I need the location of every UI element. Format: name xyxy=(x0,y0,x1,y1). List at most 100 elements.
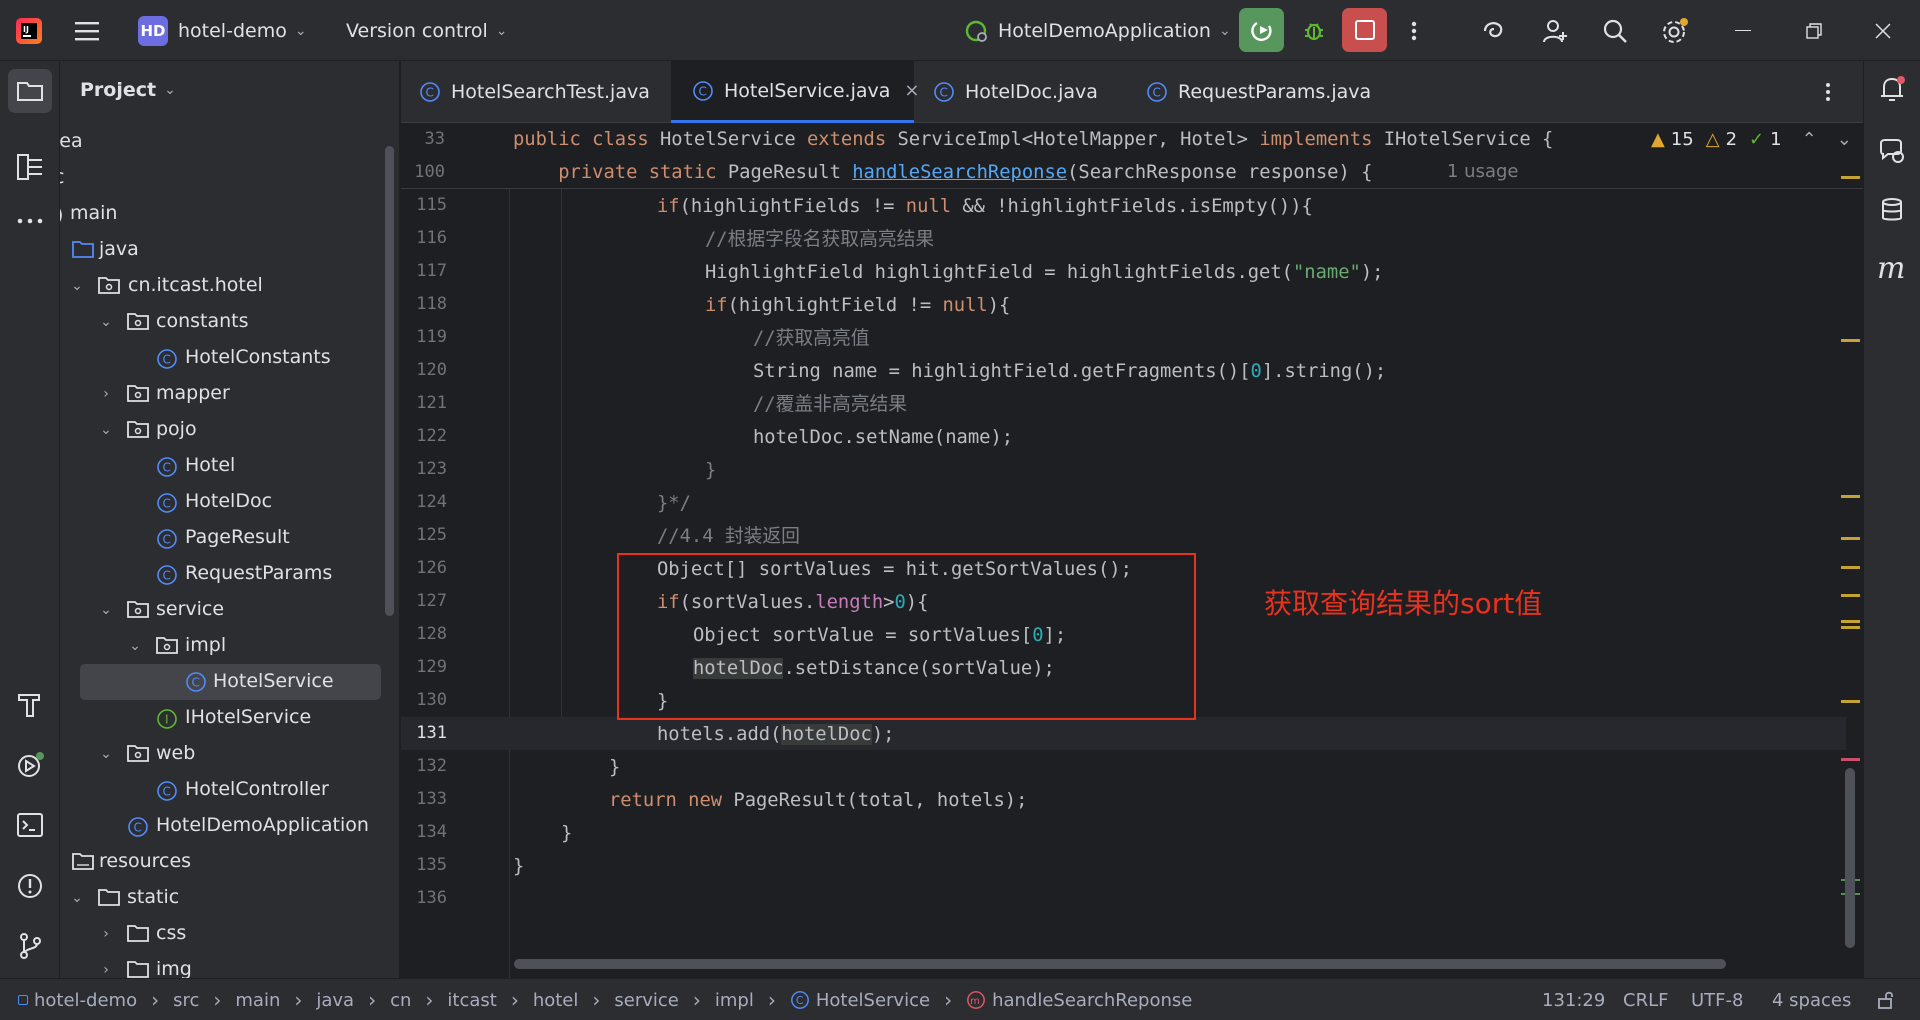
tree-item-mapper[interactable]: › mapper xyxy=(60,376,390,412)
notifications-icon[interactable] xyxy=(1877,74,1907,109)
chevron-down-icon[interactable]: ⌄ xyxy=(99,602,113,618)
caret-position[interactable]: 131:29 xyxy=(1542,979,1605,1020)
vertical-scrollbar[interactable] xyxy=(1845,768,1855,948)
error-stripe-mark[interactable] xyxy=(1841,339,1860,342)
error-stripe-mark[interactable] xyxy=(1841,700,1860,703)
error-stripe-mark[interactable] xyxy=(1841,537,1860,540)
version-control-menu[interactable]: Version control ⌄ xyxy=(346,0,508,61)
tab-more-icon[interactable] xyxy=(1821,61,1851,123)
inspection-widget[interactable]: ▲ 15 △ 2 ✓ 1 ⌃ ⌄ xyxy=(1651,129,1852,150)
breadcrumb-item[interactable]: service xyxy=(614,990,678,1011)
code-editor[interactable]: 33 100 public class HotelService extends… xyxy=(401,123,1863,978)
services-icon[interactable] xyxy=(15,750,47,785)
chevron-down-icon[interactable]: ⌄ xyxy=(99,314,113,330)
restore-icon[interactable] xyxy=(1805,0,1823,61)
error-stripe-mark[interactable] xyxy=(1841,594,1860,597)
tree-item-hotelcontroller[interactable]: C HotelController xyxy=(60,772,390,808)
chevron-right-icon[interactable]: › xyxy=(99,926,113,942)
error-stripe-mark[interactable] xyxy=(1841,626,1860,629)
file-encoding[interactable]: UTF-8 xyxy=(1691,979,1743,1020)
tree-item-hotelconstants[interactable]: C HotelConstants xyxy=(60,340,390,376)
breadcrumb-item[interactable]: java xyxy=(316,990,354,1011)
intellij-logo-icon[interactable]: IJ xyxy=(14,0,44,61)
tab-requestparams[interactable]: C RequestParams.java xyxy=(1146,61,1406,123)
breadcrumb-item[interactable]: cn xyxy=(390,990,411,1011)
project-switcher[interactable]: HD hotel-demo ⌄ xyxy=(138,0,307,61)
error-stripe-mark[interactable] xyxy=(1841,495,1860,498)
chevron-down-icon[interactable]: ⌄ xyxy=(70,890,84,906)
tree-item-java[interactable]: java xyxy=(60,232,390,268)
breadcrumb-item[interactable]: handleSearchReponse xyxy=(992,990,1192,1011)
indent-setting[interactable]: 4 spaces xyxy=(1772,979,1851,1020)
chevron-right-icon[interactable]: › xyxy=(99,962,113,978)
database-icon[interactable] xyxy=(1877,195,1907,230)
lock-icon[interactable] xyxy=(1876,979,1896,1020)
tree-item-requestparams[interactable]: C RequestParams xyxy=(60,556,390,592)
breadcrumb-item[interactable]: itcast xyxy=(447,990,496,1011)
more-icon[interactable] xyxy=(15,211,45,236)
project-tool-button[interactable] xyxy=(8,69,52,113)
rerun-button[interactable] xyxy=(1239,8,1284,52)
tree-item-css[interactable]: › css xyxy=(60,916,390,952)
tree-item-impl[interactable]: ⌄ impl xyxy=(60,628,390,664)
structure-icon[interactable] xyxy=(15,152,45,187)
tree-item-hotelservice-selected[interactable]: C HotelService xyxy=(80,664,381,700)
tab-hotelsearchtest[interactable]: C HotelSearchTest.java xyxy=(401,61,671,123)
breadcrumb-item[interactable]: impl xyxy=(715,990,754,1011)
tree-item-idea[interactable]: lea xyxy=(60,124,390,160)
chevron-down-icon[interactable]: ⌄ xyxy=(70,278,84,294)
usage-hint[interactable]: 1 usage xyxy=(1447,161,1519,182)
git-icon[interactable] xyxy=(15,931,45,966)
breadcrumb-item[interactable]: main xyxy=(235,990,280,1011)
terminal-icon[interactable] xyxy=(15,811,45,844)
tab-hoteldoc[interactable]: C HotelDoc.java xyxy=(931,61,1146,123)
tree-item-web[interactable]: ⌄ web xyxy=(60,736,390,772)
tree-item-main[interactable]: ) main xyxy=(60,196,390,232)
search-icon[interactable] xyxy=(1600,0,1630,61)
chevron-down-icon[interactable]: ⌄ xyxy=(99,422,113,438)
settings-icon[interactable] xyxy=(1659,0,1691,61)
chevron-up-icon[interactable]: ⌃ xyxy=(1802,129,1817,150)
maven-icon[interactable]: m xyxy=(1877,251,1905,286)
ai-assistant-icon[interactable] xyxy=(1479,0,1509,61)
tree-item-ihotelservice[interactable]: I IHotelService xyxy=(60,700,390,736)
tree-item-constants[interactable]: ⌄ constants xyxy=(60,304,390,340)
ai-chat-icon[interactable] xyxy=(1877,136,1907,171)
tree-item-pojo[interactable]: ⌄ pojo xyxy=(60,412,390,448)
main-menu-icon[interactable] xyxy=(72,0,102,61)
breadcrumb-item[interactable]: HotelService xyxy=(816,990,930,1011)
error-stripe-mark[interactable] xyxy=(1841,758,1860,761)
breadcrumb-item[interactable]: hotel-demo xyxy=(34,990,137,1011)
tree-item-static[interactable]: ⌄ static xyxy=(60,880,390,916)
tree-item-hoteldoc[interactable]: C HotelDoc xyxy=(60,484,390,520)
chevron-down-icon[interactable]: ⌄ xyxy=(128,638,142,654)
tree-item-resources[interactable]: resources xyxy=(60,844,390,880)
error-stripe-mark[interactable] xyxy=(1841,176,1860,179)
tree-item-cn-itcast-hotel[interactable]: ⌄ cn.itcast.hotel xyxy=(60,268,390,304)
chevron-right-icon[interactable]: › xyxy=(99,386,113,402)
project-panel-header[interactable]: Project ⌄ xyxy=(80,79,176,101)
close-tab-icon[interactable]: × xyxy=(904,80,919,101)
more-actions-icon[interactable] xyxy=(1404,0,1424,61)
close-icon[interactable] xyxy=(1874,0,1892,61)
horizontal-scrollbar[interactable] xyxy=(514,959,1726,969)
problems-icon[interactable] xyxy=(15,871,45,906)
tree-item-hoteldemoapplication[interactable]: C HotelDemoApplication xyxy=(60,808,390,844)
tab-hotelservice-active[interactable]: C HotelService.java × xyxy=(671,61,920,123)
error-stripe-mark[interactable] xyxy=(1841,620,1860,623)
tree-item-pageresult[interactable]: C PageResult xyxy=(60,520,390,556)
minimize-icon[interactable] xyxy=(1735,0,1751,61)
debug-button[interactable] xyxy=(1297,13,1331,47)
add-user-icon[interactable] xyxy=(1540,0,1570,61)
build-icon[interactable] xyxy=(15,689,45,724)
chevron-down-icon[interactable]: ⌄ xyxy=(1837,129,1852,150)
line-separator[interactable]: CRLF xyxy=(1623,979,1668,1020)
tree-item-img[interactable]: › img xyxy=(60,952,390,978)
error-stripe-mark[interactable] xyxy=(1841,566,1860,569)
breadcrumb-item[interactable]: hotel xyxy=(533,990,579,1011)
tree-item-hotel[interactable]: C Hotel xyxy=(60,448,390,484)
breadcrumb-item[interactable]: src xyxy=(173,990,199,1011)
tree-item-src[interactable]: c xyxy=(60,160,390,196)
run-config-selector[interactable]: HotelDemoApplication ⌄ xyxy=(962,0,1231,61)
stop-button[interactable] xyxy=(1342,8,1387,52)
